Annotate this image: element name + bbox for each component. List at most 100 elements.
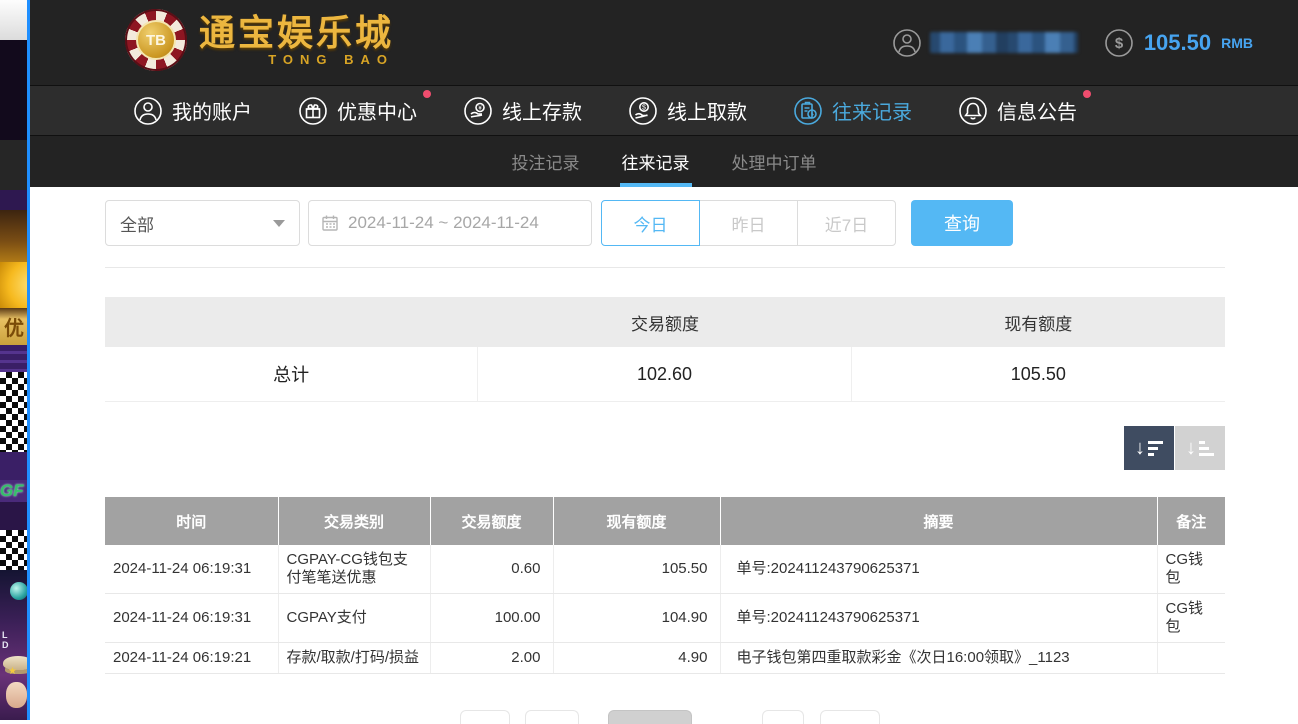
summary-header-balance: 现有额度: [852, 297, 1225, 347]
nav-label: 信息公告: [997, 96, 1077, 125]
sort-descending-button[interactable]: ↓: [1124, 426, 1174, 470]
gift-icon: [298, 96, 328, 126]
nav-label: 线上存款: [502, 96, 582, 125]
cell-time: 2024-11-24 06:19:31: [105, 594, 278, 643]
col-header-balance: 现有额度: [553, 497, 720, 545]
col-header-note: 备注: [1157, 497, 1225, 545]
chip-label: TB: [136, 20, 176, 60]
table-row: 2024-11-24 06:19:31 CGPAY支付 100.00 104.9…: [105, 594, 1225, 643]
username-redacted: [930, 32, 1078, 53]
app-window: TB 通宝娱乐城 TONG BAO: [30, 0, 1298, 720]
records-clipboard-icon: [793, 96, 823, 126]
col-header-amount: 交易额度: [430, 497, 553, 545]
tab-label: 往来记录: [622, 149, 690, 174]
cell-amount: 100.00: [430, 594, 553, 643]
tab-label: 处理中订单: [732, 149, 817, 174]
svg-text:$: $: [1115, 35, 1124, 52]
nav-item-announcements[interactable]: 信息公告: [958, 96, 1077, 126]
cell-summary: 单号:202411243790625371: [720, 545, 1157, 594]
nav-item-transaction-records[interactable]: 往来记录: [793, 96, 912, 126]
divider: [105, 267, 1225, 268]
tab-pending-orders[interactable]: 处理中订单: [730, 136, 819, 187]
background-top-band: [0, 0, 27, 40]
cell-time: 2024-11-24 06:19:21: [105, 643, 278, 674]
cell-time: 2024-11-24 06:19:31: [105, 545, 278, 594]
background-purple-band: [0, 502, 27, 530]
bell-icon: [958, 96, 988, 126]
arrow-down-icon: ↓: [1135, 438, 1145, 458]
tab-transaction-records[interactable]: 往来记录: [620, 136, 692, 187]
nav-item-online-withdraw[interactable]: $ 线上取款: [628, 96, 747, 126]
dollar-coin-icon: $: [1104, 28, 1134, 58]
summary-total-label: 总计: [105, 347, 478, 401]
pagination-button[interactable]: [820, 710, 880, 724]
chevron-down-icon: [273, 220, 285, 227]
cell-type: CGPAY支付: [278, 594, 430, 643]
qr-caption-text: GF: [0, 480, 27, 502]
nav-label: 线上取款: [667, 96, 747, 125]
summary-header-row: 交易额度 现有额度: [105, 297, 1225, 347]
game-art-text: L D: [2, 630, 27, 650]
logo-text: 通宝娱乐城 TONG BAO: [199, 14, 394, 67]
pagination-button[interactable]: [460, 710, 510, 724]
withdraw-coin-icon: $: [628, 96, 658, 126]
pagination-button[interactable]: [525, 710, 579, 724]
quick-range-group: 今日 昨日 近7日: [601, 200, 896, 246]
pagination-button[interactable]: [762, 710, 804, 724]
gold-coin-art: [0, 262, 27, 308]
arrow-down-icon: ↓: [1186, 438, 1196, 458]
summary-balance-total: 105.50: [852, 347, 1225, 401]
notification-dot: [1083, 90, 1091, 98]
qr-code: [0, 530, 27, 570]
cell-note: CG钱包: [1157, 594, 1225, 643]
poker-chip-logo-icon: TB: [125, 9, 187, 71]
records-table: 时间 交易类别 交易额度 现有额度 摘要 备注 2024-11-24 06:19…: [105, 497, 1225, 674]
cell-type: 存款/取款/打码/损益: [278, 643, 430, 674]
orb-art: [10, 582, 27, 600]
tab-betting-records[interactable]: 投注记录: [510, 136, 582, 187]
quick-range-last7days[interactable]: 近7日: [797, 200, 896, 246]
summary-header-empty: [105, 297, 478, 347]
col-header-type: 交易类别: [278, 497, 430, 545]
nav-label: 往来记录: [832, 96, 912, 125]
sort-asc-bars-icon: [1199, 441, 1214, 456]
site-logo[interactable]: TB 通宝娱乐城 TONG BAO: [125, 9, 394, 71]
promo-banner-text: 优: [0, 308, 27, 345]
date-range-picker[interactable]: 2024-11-24 ~ 2024-11-24: [308, 200, 592, 246]
calendar-icon: [321, 214, 339, 232]
summary-table: 交易额度 现有额度 总计 102.60 105.50: [105, 297, 1225, 402]
balance-currency: RMB: [1221, 35, 1253, 51]
nav-item-my-account[interactable]: 我的账户: [133, 96, 252, 126]
user-profile[interactable]: [892, 28, 1078, 58]
quick-range-yesterday[interactable]: 昨日: [699, 200, 798, 246]
qr-code: [0, 372, 27, 452]
table-row: 2024-11-24 06:19:31 CGPAY-CG钱包支付笔笔送优惠 0.…: [105, 545, 1225, 594]
cell-type: CGPAY-CG钱包支付笔笔送优惠: [278, 545, 430, 594]
record-tabs: 投注记录 往来记录 处理中订单: [30, 136, 1298, 187]
deposit-coin-icon: ¥: [463, 96, 493, 126]
header-account-area: $ 105.50 RMB: [892, 0, 1253, 85]
background-dark-band: [0, 40, 27, 140]
background-gray-band: [0, 140, 27, 190]
pagination-button-current[interactable]: [608, 710, 692, 724]
balance-amount: 105.50: [1144, 30, 1211, 56]
user-icon: [133, 96, 163, 126]
quick-range-today[interactable]: 今日: [601, 200, 700, 246]
table-row: 2024-11-24 06:19:21 存款/取款/打码/损益 2.00 4.9…: [105, 643, 1225, 674]
background-stripe-band: [0, 345, 27, 372]
cell-balance: 4.90: [553, 643, 720, 674]
cell-note: [1157, 643, 1225, 674]
search-button[interactable]: 查询: [911, 200, 1013, 246]
site-title: 通宝娱乐城: [199, 14, 394, 52]
nav-item-promotions[interactable]: 优惠中心: [298, 96, 417, 126]
summary-total-row: 总计 102.60 105.50: [105, 347, 1225, 402]
site-subtitle: TONG BAO: [268, 52, 394, 67]
nav-item-online-deposit[interactable]: ¥ 线上存款: [463, 96, 582, 126]
cell-summary: 电子钱包第四重取款彩金《次日16:00领取》_1123: [720, 643, 1157, 674]
sort-ascending-button[interactable]: ↓: [1175, 426, 1225, 470]
balance-display[interactable]: $ 105.50 RMB: [1104, 28, 1253, 58]
cell-amount: 2.00: [430, 643, 553, 674]
svg-text:$: $: [642, 104, 646, 111]
type-filter-select[interactable]: 全部: [105, 200, 300, 246]
background-window-strip: 优 GF L D ★: [0, 0, 27, 720]
